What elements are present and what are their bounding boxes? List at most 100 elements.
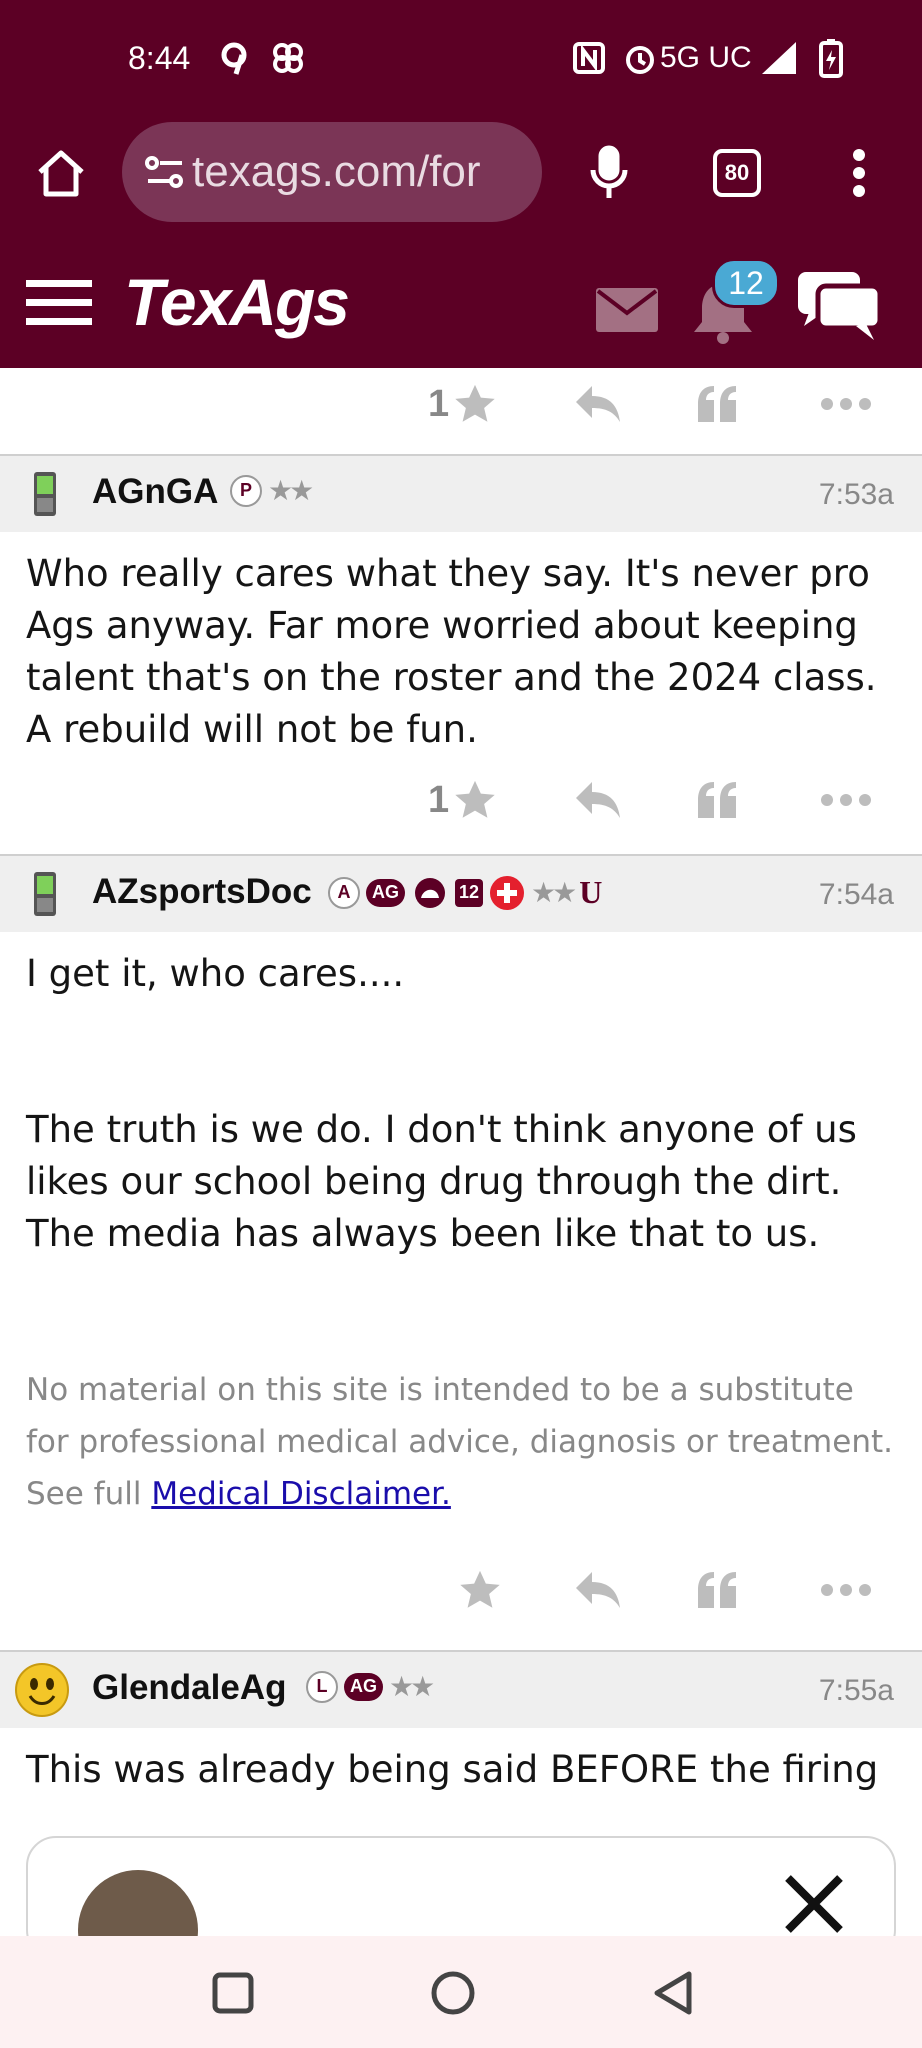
medical-cross-icon xyxy=(490,875,525,910)
post-actions xyxy=(0,1560,922,1620)
reply-icon xyxy=(576,782,620,818)
pinwheel-icon xyxy=(268,38,308,78)
ellipsis-icon xyxy=(821,398,871,410)
messages-button[interactable] xyxy=(596,288,658,336)
badge-a: A xyxy=(328,876,360,909)
texags-logo[interactable]: TexAgs xyxy=(124,264,350,340)
badge-ag: AG xyxy=(366,878,405,907)
badge-p: P xyxy=(230,474,262,507)
more-options-button[interactable] xyxy=(820,374,872,434)
post-text: This was already being said BEFORE the f… xyxy=(26,1748,879,1791)
reply-button[interactable] xyxy=(574,770,622,830)
tab-count: 80 xyxy=(713,149,761,197)
chat-bubbles-icon xyxy=(798,272,883,340)
star-count: 1 xyxy=(428,778,450,821)
post-body: I get it, who cares.... The truth is we … xyxy=(0,932,922,1520)
system-navigation-bar xyxy=(0,1936,922,2048)
circle-icon xyxy=(431,1971,475,2015)
quote-icon xyxy=(698,386,736,422)
rank-stars-icon: ★★ xyxy=(531,876,577,909)
medical-disclaimer-link[interactable]: Medical Disclaimer. xyxy=(151,1476,451,1512)
ellipsis-icon xyxy=(821,794,871,806)
post-actions: 1 xyxy=(0,770,922,830)
star-icon xyxy=(455,384,495,422)
post-text: Who really cares what they say. It's nev… xyxy=(26,552,877,751)
back-button[interactable] xyxy=(638,1958,708,2028)
triangle-back-icon xyxy=(654,1971,692,2015)
alarm-icon xyxy=(622,38,658,78)
battery-icon xyxy=(818,38,844,78)
network-type: 5G UC xyxy=(660,41,752,74)
mail-icon xyxy=(596,288,658,332)
app-notification-icon xyxy=(216,38,252,78)
browser-menu-button[interactable] xyxy=(824,128,894,218)
embedded-tweet-card[interactable] xyxy=(26,1836,896,1936)
username[interactable]: AGnGA xyxy=(92,472,218,512)
star-button[interactable]: 1 xyxy=(428,770,497,830)
voice-search-button[interactable] xyxy=(574,128,644,218)
post-header: GlendaleAg L AG ★★ 7:55a xyxy=(0,1650,922,1728)
quote-button[interactable] xyxy=(696,374,740,434)
star-count: 1 xyxy=(428,382,450,425)
thread-content: 1 AGnGA P ★★ 7:53a Who really cares what… xyxy=(0,368,922,1936)
previous-post-actions: 1 xyxy=(0,374,922,436)
medical-disclaimer: No material on this site is intended to … xyxy=(26,1364,896,1520)
tweet-avatar xyxy=(78,1870,198,1936)
home-icon xyxy=(38,150,84,197)
reply-icon xyxy=(576,1572,620,1608)
site-settings-icon[interactable] xyxy=(144,154,186,190)
post-text: The truth is we do. I don't think anyone… xyxy=(26,1108,857,1255)
status-bar: 8:44 5G UC xyxy=(0,0,922,120)
more-options-button[interactable] xyxy=(820,770,872,830)
recents-button[interactable] xyxy=(198,1958,268,2028)
star-icon xyxy=(460,1570,500,1608)
chat-button[interactable] xyxy=(796,270,883,346)
badge-u: U xyxy=(579,874,603,910)
reply-button[interactable] xyxy=(574,1560,622,1620)
post-time: 7:55a xyxy=(818,1674,894,1707)
post-time: 7:54a xyxy=(818,878,894,911)
post-body: Who really cares what they say. It's nev… xyxy=(0,532,922,756)
quote-icon xyxy=(698,782,736,818)
post-header: AZsportsDoc A AG 12 ★★ U 7:54a xyxy=(0,854,922,932)
star-icon xyxy=(455,780,495,818)
site-menu-button[interactable] xyxy=(26,278,92,332)
badge-l: L xyxy=(306,1670,338,1703)
url-text: texags.com/for xyxy=(192,147,481,196)
post-time: 7:53a xyxy=(818,478,894,511)
post-body: This was already being said BEFORE the f… xyxy=(0,1728,922,1796)
home-button[interactable] xyxy=(26,128,96,218)
star-button[interactable]: 1 xyxy=(428,374,497,434)
star-button[interactable] xyxy=(458,1560,502,1620)
quote-button[interactable] xyxy=(696,770,740,830)
home-nav-button[interactable] xyxy=(418,1958,488,2028)
signal-icon xyxy=(760,38,798,78)
badge-ag: AG xyxy=(344,1672,383,1701)
x-logo-icon xyxy=(785,1875,843,1933)
username[interactable]: GlendaleAg xyxy=(92,1668,286,1708)
reply-button[interactable] xyxy=(574,374,622,434)
microphone-icon xyxy=(590,145,628,198)
smiley-avatar-icon[interactable] xyxy=(14,1662,70,1718)
avatar[interactable] xyxy=(24,870,68,918)
post-header: AGnGA P ★★ 7:53a xyxy=(0,454,922,532)
url-bar[interactable]: texags.com/for xyxy=(122,122,542,222)
ellipsis-icon xyxy=(821,1584,871,1596)
notification-badge: 12 xyxy=(712,258,780,308)
more-vertical-icon xyxy=(853,149,865,197)
badge-12th-man: 12 xyxy=(455,878,484,907)
avatar[interactable] xyxy=(24,470,68,518)
hamburger-icon xyxy=(26,280,92,325)
quote-icon xyxy=(698,1572,736,1608)
more-options-button[interactable] xyxy=(820,1560,872,1620)
tab-switcher-button[interactable]: 80 xyxy=(702,128,772,218)
status-time: 8:44 xyxy=(128,40,191,76)
bonfire-badge-icon xyxy=(415,877,445,908)
rank-stars-icon: ★★ xyxy=(268,474,314,507)
square-icon xyxy=(212,1972,254,2014)
rank-stars-icon: ★★ xyxy=(389,1670,435,1703)
post-text: I get it, who cares.... xyxy=(26,952,405,995)
username[interactable]: AZsportsDoc xyxy=(92,872,312,912)
nfc-icon xyxy=(572,38,606,78)
quote-button[interactable] xyxy=(696,1560,740,1620)
